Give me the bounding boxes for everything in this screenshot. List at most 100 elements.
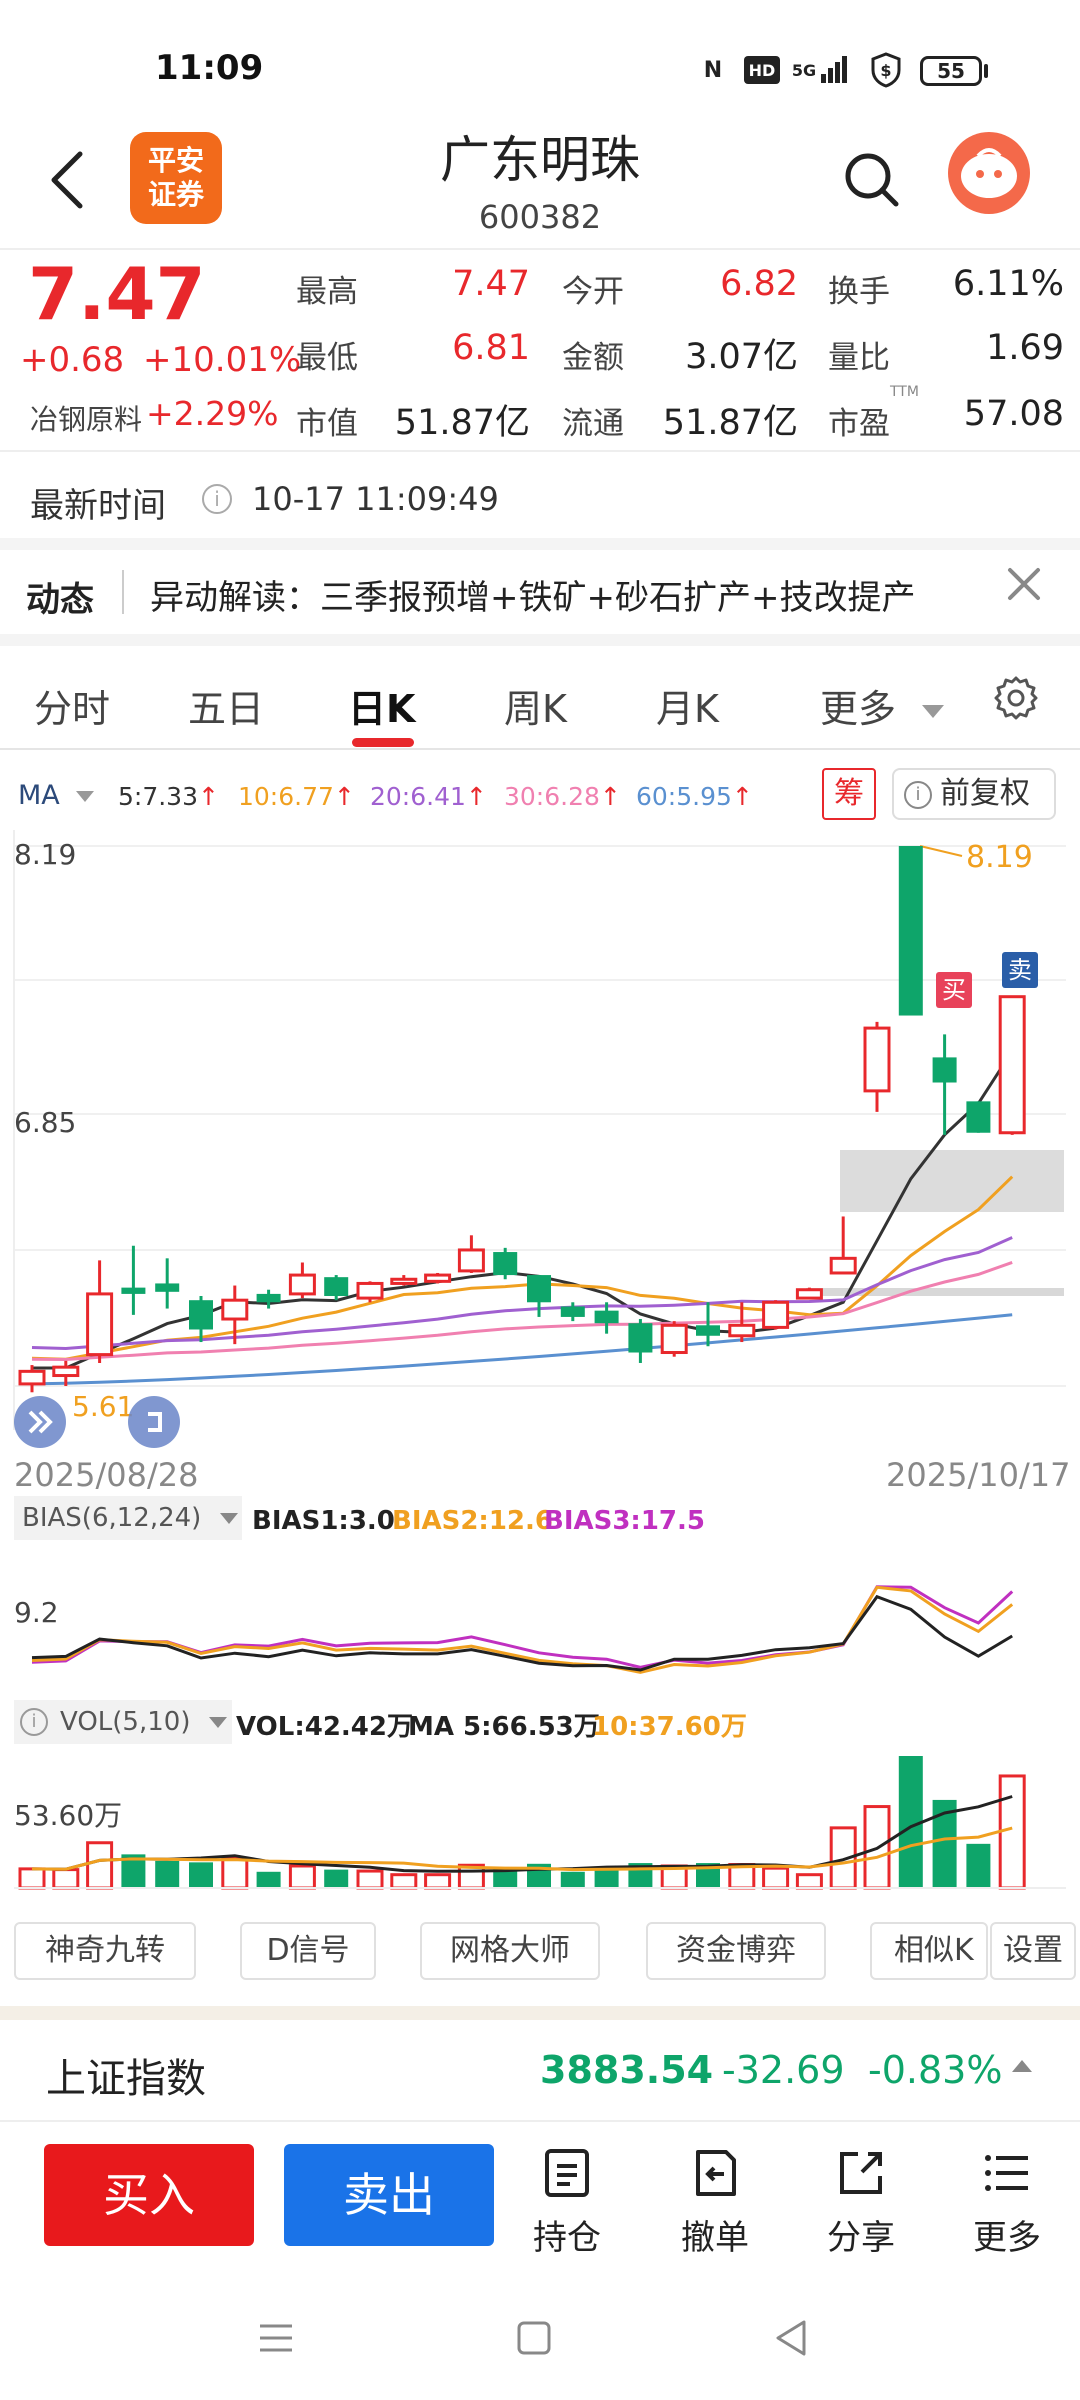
tool-magic-nine[interactable]: 神奇九转 — [14, 1922, 196, 1980]
turnover-label: 换手 — [828, 274, 890, 310]
ma-selector[interactable]: MA — [18, 780, 95, 811]
tab-five-day[interactable]: 五日 — [188, 678, 264, 733]
vol-value: VOL:42.42万 — [236, 1712, 413, 1742]
section-gap — [0, 634, 1080, 646]
up-arrow-icon: ↑ — [333, 782, 355, 811]
back-button[interactable] — [40, 140, 100, 220]
volume-bar — [356, 1869, 384, 1890]
buy-signal-marker[interactable]: 买 — [936, 972, 972, 1008]
ma-label: MA — [18, 780, 60, 811]
candlestick-chart[interactable] — [0, 830, 1080, 1490]
dynamic-label: 动态 — [26, 580, 94, 620]
latest-time-label: 最新时间 — [30, 486, 166, 526]
dynamic-news-text[interactable]: 异动解读：三季报预增+铁矿+砂石扩产+技改提产 — [150, 570, 915, 619]
chart-scroll-left-button[interactable] — [14, 1396, 66, 1448]
undo-order-icon — [696, 2150, 736, 2196]
up-arrow-icon: ↑ — [731, 782, 753, 811]
bias1-value: BIAS1:3.0 — [252, 1506, 395, 1536]
caret-down-icon — [76, 791, 95, 802]
volume-bar — [155, 1860, 180, 1888]
ma20-text: 20:6.41 — [370, 782, 466, 811]
sell-button[interactable]: 卖出 — [284, 2144, 494, 2246]
nfc-icon: N — [703, 57, 723, 83]
positions-button[interactable]: 持仓 — [512, 2148, 622, 2259]
signal-label: 5G — [791, 60, 817, 80]
candle-body — [52, 1365, 80, 1378]
tab-week-k[interactable]: 周K — [504, 678, 567, 733]
tool-d-signal[interactable]: D信号 — [240, 1922, 376, 1980]
caret-up-icon[interactable] — [1012, 2060, 1032, 2072]
cancel-order-label: 撤单 — [681, 2218, 749, 2258]
candle-body — [288, 1273, 316, 1296]
broker-logo[interactable]: 平安证券 — [130, 132, 222, 224]
ma5-text: 5:7.33 — [118, 782, 198, 811]
recent-apps-button[interactable] — [256, 2318, 296, 2362]
bias-indicator-selector[interactable]: BIAS(6,12,24) — [14, 1496, 242, 1540]
candle-body — [457, 1248, 485, 1273]
tab-more[interactable]: 更多 — [820, 678, 945, 733]
candle-body — [829, 1256, 857, 1275]
bias-chart[interactable] — [0, 1544, 1080, 1694]
ma60-text: 60:5.95 — [636, 782, 732, 811]
volume-bar — [52, 1868, 80, 1890]
candle-body — [594, 1310, 619, 1324]
sector-change: +2.29% — [146, 394, 279, 433]
tab-month-k[interactable]: 月K — [656, 678, 719, 733]
caret-down-icon — [219, 1513, 238, 1524]
max-price-marker: 8.19 — [966, 840, 1033, 875]
tool-similar-k[interactable]: 相似K — [870, 1922, 988, 1980]
current-price: 7.47 — [28, 252, 206, 336]
index-name[interactable]: 上证指数 — [46, 2046, 206, 2104]
volume-ratio-value: 1.69 — [986, 328, 1064, 368]
chip-distribution-button[interactable]: 筹 — [822, 768, 876, 820]
close-button[interactable] — [1000, 560, 1048, 608]
section-gap — [0, 538, 1080, 550]
volume-bar — [998, 1774, 1026, 1890]
amount-label: 金额 — [562, 340, 624, 376]
tab-day-k[interactable]: 日K — [348, 678, 415, 733]
close-icon — [1008, 568, 1040, 600]
chart-reset-button[interactable] — [128, 1396, 180, 1448]
chat-bot-icon — [961, 148, 1017, 198]
assistant-avatar[interactable] — [948, 132, 1030, 214]
candle-body — [424, 1273, 452, 1283]
sell-signal-marker[interactable]: 卖 — [1002, 952, 1038, 988]
float-cap-label: 流通 — [562, 406, 624, 442]
search-button[interactable] — [840, 148, 902, 210]
volume-chart[interactable] — [0, 1746, 1080, 1896]
support-zone — [840, 1150, 1064, 1212]
tool-grid-master[interactable]: 网格大师 — [420, 1922, 600, 1980]
tab-intraday[interactable]: 分时 — [34, 678, 110, 733]
candle-body — [660, 1323, 688, 1355]
tool-capital-game[interactable]: 资金博弈 — [646, 1922, 826, 1980]
back-nav-button[interactable] — [772, 2318, 812, 2362]
shield-dollar-icon: $ — [868, 52, 904, 88]
buy-button[interactable]: 买入 — [44, 2144, 254, 2246]
sector-name[interactable]: 冶钢原料 — [30, 398, 142, 438]
bias3-value: BIAS3:17.5 — [544, 1506, 705, 1536]
up-arrow-icon: ↑ — [198, 782, 219, 811]
share-button[interactable]: 分享 — [806, 2148, 916, 2259]
tool-settings[interactable]: 设置 — [990, 1922, 1076, 1980]
volume-bar — [390, 1873, 418, 1890]
candle-body — [18, 1369, 46, 1386]
candle-body — [155, 1283, 180, 1292]
high-label: 最高 — [296, 274, 358, 310]
candle-body — [696, 1325, 720, 1336]
candle-body — [221, 1298, 249, 1321]
home-button[interactable] — [514, 2318, 554, 2362]
cancel-order-button[interactable]: 撤单 — [660, 2148, 770, 2259]
change-percent: +10.01% — [143, 340, 302, 380]
index-change-percent: -0.83% — [868, 2048, 1003, 2092]
more-button[interactable]: 更多 — [952, 2148, 1062, 2259]
chart-settings-button[interactable] — [992, 674, 1040, 722]
volume-bar — [288, 1864, 316, 1890]
divider — [0, 748, 1080, 750]
info-icon[interactable]: i — [202, 484, 232, 514]
candle-body — [795, 1288, 823, 1300]
candle-body — [121, 1287, 146, 1294]
amount-value: 3.07亿 — [685, 337, 798, 377]
active-tab-indicator — [352, 738, 414, 747]
divider — [0, 248, 1080, 250]
divider — [0, 2120, 1080, 2122]
